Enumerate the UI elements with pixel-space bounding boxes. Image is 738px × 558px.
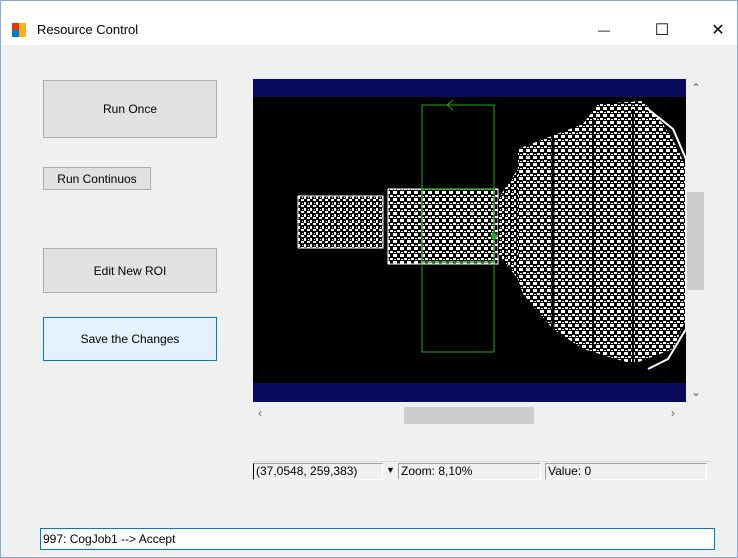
zoom-field: Zoom: 8,10%: [398, 463, 541, 480]
horizontal-scroll-thumb[interactable]: [404, 407, 534, 424]
log-field[interactable]: 997: CogJob1 --> Accept: [40, 528, 715, 550]
status-bar: (37,0548, 259,383) ▼ Zoom: 8,10% Value: …: [253, 459, 711, 481]
image-display[interactable]: [253, 79, 686, 402]
maximize-icon: ☐: [654, 22, 670, 39]
scroll-up-icon[interactable]: ⌃: [691, 81, 701, 95]
part-image: [297, 99, 686, 370]
window-title: Resource Control: [37, 22, 139, 37]
minimize-icon: —: [598, 23, 610, 37]
save-changes-button[interactable]: Save the Changes: [43, 317, 217, 361]
coords-field: (37,0548, 259,383): [253, 463, 383, 480]
scroll-left-icon[interactable]: ‹: [258, 406, 262, 420]
value-field: Value: 0: [545, 463, 707, 480]
run-continuous-button[interactable]: Run Continuos: [43, 167, 151, 190]
maximize-button[interactable]: ☐: [639, 15, 685, 45]
dropdown-arrow-icon[interactable]: ▼: [386, 465, 395, 475]
vertical-scroll-thumb[interactable]: [687, 192, 704, 290]
close-button[interactable]: ✕: [695, 15, 738, 45]
close-icon: ✕: [711, 22, 725, 39]
minimize-button[interactable]: —: [581, 15, 627, 45]
vertical-scrollbar[interactable]: ⌃ ⌄: [686, 79, 705, 402]
scroll-right-icon[interactable]: ›: [671, 406, 675, 420]
app-icon: [12, 23, 26, 37]
title-bar[interactable]: Resource Control — ☐ ✕: [1, 1, 737, 45]
resource-control-window: Resource Control — ☐ ✕ Run Once Run Cont…: [0, 0, 738, 558]
horizontal-scrollbar[interactable]: ‹ ›: [253, 402, 686, 424]
run-once-button[interactable]: Run Once: [43, 80, 217, 138]
edit-roi-button[interactable]: Edit New ROI: [43, 248, 217, 293]
scroll-down-icon[interactable]: ⌄: [691, 385, 701, 399]
